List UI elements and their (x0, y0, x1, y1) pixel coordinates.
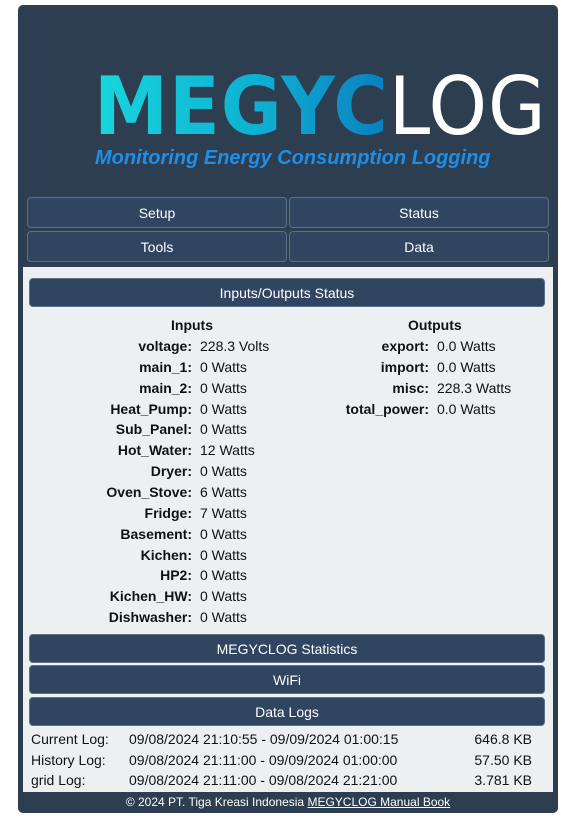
log-range: 09/08/2024 21:10:55 - 09/09/2024 01:00:1… (129, 731, 399, 747)
input-row-value: 12 Watts (200, 442, 255, 459)
logo-part2: LOG (388, 60, 547, 153)
app-container: MEGYCLOG Monitoring Energy Consumption L… (18, 5, 558, 813)
input-row-value: 6 Watts (200, 483, 247, 500)
data-button[interactable]: Data (289, 231, 549, 262)
tagline: Monitoring Energy Consumption Logging (95, 147, 491, 169)
input-row-value: 228.3 Volts (200, 338, 270, 354)
input-row-label: HP2: (160, 567, 192, 584)
wifi-button[interactable]: WiFi (29, 665, 545, 694)
content-panel: Inputs/Outputs Status Inputs Outputs vol… (23, 267, 553, 792)
output-row-value: 0.0 Watts (437, 358, 496, 375)
input-row-value: 0 Watts (200, 546, 247, 563)
footer: © 2024 PT. Tiga Kreasi Indonesia MEGYCLO… (18, 792, 558, 813)
input-row-value: 0 Watts (200, 358, 247, 375)
log-size: 57.50 KB (474, 751, 532, 768)
input-row-label: Dryer: (150, 463, 192, 480)
copyright-text: © 2024 PT. Tiga Kreasi Indonesia (125, 795, 305, 809)
input-row-value: 0 Watts (200, 463, 247, 480)
output-row-value: 0.0 Watts (437, 400, 496, 417)
statistics-button[interactable]: MEGYCLOG Statistics (29, 634, 545, 663)
tools-button[interactable]: Tools (27, 231, 287, 262)
io-status-button[interactable]: Inputs/Outputs Status (29, 278, 545, 307)
log-size: 3.781 KB (474, 772, 532, 788)
input-row-label: Dishwasher: (108, 609, 192, 626)
input-row-label: Kichen_HW: (109, 588, 192, 605)
input-row-value: 7 Watts (200, 504, 247, 521)
input-row-label: Fridge: (144, 504, 192, 521)
input-row-label: main_2: (139, 379, 192, 396)
input-row-label: Hot_Water: (117, 442, 192, 459)
output-row-label: total_power: (345, 400, 429, 417)
logo: MEGYCLOG (94, 67, 547, 147)
input-row-value: 0 Watts (200, 567, 247, 584)
output-row-label: import: (380, 358, 429, 375)
log-name: History Log: (31, 751, 106, 768)
input-row-value: 0 Watts (200, 609, 247, 626)
input-row-value: 0 Watts (200, 379, 247, 396)
input-row-label: Oven_Stove: (106, 483, 192, 500)
log-name: grid Log: (31, 772, 86, 788)
input-row-label: Basement: (120, 525, 192, 542)
log-name: Current Log: (31, 731, 109, 747)
setup-button[interactable]: Setup (27, 197, 287, 228)
input-row-label: main_1: (139, 358, 192, 375)
input-row-value: 0 Watts (200, 400, 247, 417)
input-row-label: Kichen: (140, 546, 192, 563)
output-row-value: 0.0 Watts (437, 338, 496, 354)
log-size: 646.8 KB (474, 731, 532, 747)
input-row-label: voltage: (138, 338, 192, 354)
header: MEGYCLOG Monitoring Energy Consumption L… (18, 5, 558, 195)
output-row-label: export: (381, 338, 429, 354)
data-logs-button[interactable]: Data Logs (29, 697, 545, 726)
output-row-value: 228.3 Watts (437, 379, 512, 396)
status-button[interactable]: Status (289, 197, 549, 228)
input-row-label: Heat_Pump: (110, 400, 192, 417)
inputs-title: Inputs (171, 317, 213, 333)
output-row-label: misc: (392, 379, 429, 396)
input-row-value: 0 Watts (200, 421, 247, 438)
input-row-value: 0 Watts (200, 588, 247, 605)
input-row-value: 0 Watts (200, 525, 247, 542)
input-row-label: Sub_Panel: (115, 421, 192, 438)
log-range: 09/08/2024 21:11:00 - 09/09/2024 01:00:0… (129, 751, 398, 768)
manual-link[interactable]: MEGYCLOG Manual Book (307, 795, 450, 809)
log-range: 09/08/2024 21:11:00 - 09/08/2024 21:21:0… (129, 772, 398, 788)
logo-part1: MEGYC (94, 60, 389, 153)
outputs-title: Outputs (408, 317, 462, 333)
